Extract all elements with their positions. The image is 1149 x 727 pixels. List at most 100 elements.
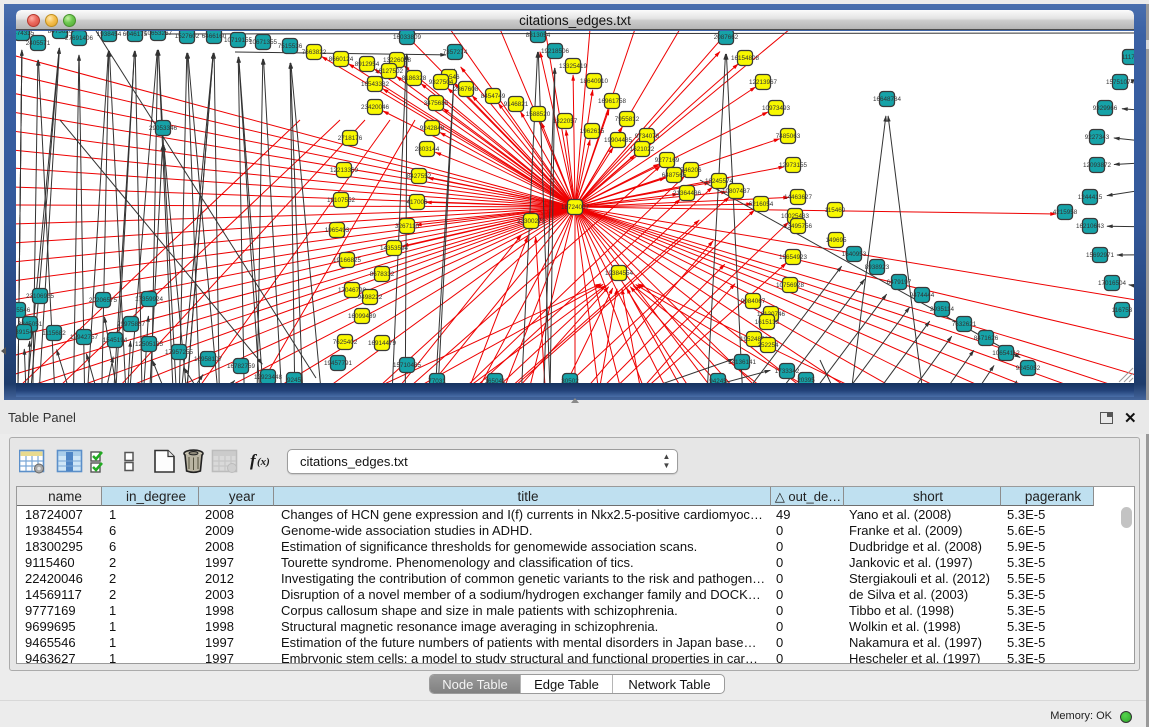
svg-text:12923448: 12923448 <box>254 374 283 381</box>
svg-text:16543382: 16543382 <box>361 81 390 88</box>
svg-text:21364436: 21364436 <box>673 190 702 197</box>
svg-text:8678332: 8678332 <box>370 271 395 278</box>
svg-text:13495756: 13495756 <box>784 223 813 230</box>
svg-text:16099489: 16099489 <box>348 313 377 320</box>
svg-text:19904485: 19904485 <box>604 137 633 144</box>
svg-text:14136141: 14136141 <box>728 359 757 366</box>
svg-text:10756928: 10756928 <box>776 282 805 289</box>
svg-text:115460: 115460 <box>825 207 846 214</box>
svg-text:17359924: 17359924 <box>135 296 164 303</box>
svg-text:9327504: 9327504 <box>429 79 454 86</box>
svg-text:1115682: 1115682 <box>42 330 66 337</box>
svg-text:6479197: 6479197 <box>887 279 912 286</box>
svg-text:9277169: 9277169 <box>655 157 680 164</box>
svg-text:9084067: 9084067 <box>741 298 766 305</box>
svg-text:29975887: 29975887 <box>117 321 146 328</box>
svg-text:8912954: 8912954 <box>355 61 380 68</box>
svg-text:16914479: 16914479 <box>368 340 397 347</box>
svg-text:6487565: 6487565 <box>662 172 687 179</box>
svg-text:19654923: 19654923 <box>779 254 808 261</box>
svg-text:3267110: 3267110 <box>395 223 420 230</box>
svg-text:23300273: 23300273 <box>517 218 546 225</box>
svg-text:9329966: 9329966 <box>1093 105 1118 112</box>
svg-text:1962615: 1962615 <box>580 128 605 135</box>
svg-text:9146821: 9146821 <box>504 101 529 108</box>
svg-text:12093872: 12093872 <box>1083 162 1112 169</box>
svg-text:17957255: 17957255 <box>165 349 194 356</box>
svg-text:16033809: 16033809 <box>393 34 422 41</box>
svg-text:14353594: 14353594 <box>380 245 409 252</box>
svg-text:10671355: 10671355 <box>249 39 278 46</box>
svg-text:2405571: 2405571 <box>26 40 51 47</box>
svg-text:4215958: 4215958 <box>1053 209 1078 216</box>
svg-text:7632621: 7632621 <box>952 321 977 328</box>
svg-text:1938454: 1938454 <box>97 31 122 38</box>
svg-text:23420046: 23420046 <box>361 104 390 111</box>
svg-text:8186328: 8186328 <box>402 75 427 82</box>
svg-text:9227343: 9227343 <box>1085 134 1110 141</box>
svg-text:19457791: 19457791 <box>324 360 353 367</box>
svg-text:1965493: 1965493 <box>325 227 350 234</box>
svg-text:11174: 11174 <box>1122 54 1134 61</box>
svg-text:9734078: 9734078 <box>635 133 660 140</box>
svg-text:18724007: 18724007 <box>561 204 590 211</box>
svg-text:2718176: 2718176 <box>338 135 363 142</box>
svg-text:19166825: 19166825 <box>333 257 362 264</box>
svg-text:12213967: 12213967 <box>749 79 778 86</box>
svg-text:7663822: 7663822 <box>302 49 327 56</box>
svg-text:16154808: 16154808 <box>731 55 760 62</box>
svg-text:6216054: 6216054 <box>749 201 774 208</box>
svg-text:29053346: 29053346 <box>149 125 178 132</box>
svg-text:20206575: 20206575 <box>89 297 118 304</box>
svg-text:12213369: 12213369 <box>330 167 359 174</box>
svg-text:3475685: 3475685 <box>424 100 449 107</box>
svg-text:149695: 149695 <box>825 237 847 244</box>
svg-text:8427552: 8427552 <box>407 173 432 180</box>
svg-text:12505135: 12505135 <box>135 341 164 348</box>
svg-text:9245052: 9245052 <box>1016 365 1041 372</box>
svg-text:39154: 39154 <box>16 329 33 336</box>
svg-text:17016504: 17016504 <box>1098 280 1127 287</box>
svg-text:8660124: 8660124 <box>329 56 354 63</box>
svg-text:7625402: 7625402 <box>333 339 358 346</box>
svg-text:2867608: 2867608 <box>454 86 479 93</box>
svg-text:19218506: 19218506 <box>541 48 570 55</box>
svg-text:16210643: 16210643 <box>1076 223 1105 230</box>
svg-text:1733342: 1733342 <box>775 368 800 375</box>
svg-text:16127502: 16127502 <box>375 68 404 75</box>
svg-text:2087662: 2087662 <box>714 34 739 41</box>
svg-text:8813054: 8813054 <box>526 32 551 39</box>
svg-text:7515536: 7515536 <box>278 43 303 50</box>
svg-text:7357274: 7357274 <box>443 49 468 56</box>
svg-text:7955812: 7955812 <box>615 116 640 123</box>
svg-text:116753: 116753 <box>1112 307 1133 314</box>
svg-text:1615132: 1615132 <box>755 319 780 326</box>
svg-text:12942757: 12942757 <box>70 334 99 341</box>
svg-text:1545194: 1545194 <box>103 337 128 344</box>
svg-text:15692971: 15692971 <box>1086 252 1115 259</box>
svg-text:1588520: 1588520 <box>526 111 551 118</box>
svg-text:9474444: 9474444 <box>910 292 935 299</box>
svg-text:13325419: 13325419 <box>559 63 588 70</box>
svg-text:417006: 417006 <box>406 199 428 206</box>
svg-text:(x): (x) <box>257 456 270 468</box>
svg-text:19384554: 19384554 <box>605 270 634 277</box>
svg-text:23106955: 23106955 <box>26 293 55 300</box>
svg-text:1640953: 1640953 <box>842 251 867 258</box>
svg-text:16648784: 16648784 <box>873 96 902 103</box>
svg-text:27691406: 27691406 <box>65 35 94 42</box>
svg-text:10807487: 10807487 <box>722 188 751 195</box>
svg-text:2935114: 2935114 <box>930 306 955 313</box>
svg-text:16782759: 16782759 <box>227 363 256 370</box>
svg-text:10958107: 10958107 <box>194 356 223 363</box>
svg-text:9498222: 9498222 <box>358 294 383 301</box>
svg-text:10654112: 10654112 <box>992 350 1020 357</box>
svg-text:7485063: 7485063 <box>776 133 801 140</box>
svg-text:1527602: 1527602 <box>175 33 200 40</box>
svg-text:1244415: 1244415 <box>1078 194 1103 201</box>
svg-text:14463627: 14463627 <box>784 194 813 201</box>
svg-text:10973493: 10973493 <box>762 105 791 112</box>
svg-text:15710485: 15710485 <box>393 362 422 369</box>
svg-text:8938923: 8938923 <box>865 264 890 271</box>
svg-text:9465546: 9465546 <box>16 307 31 314</box>
